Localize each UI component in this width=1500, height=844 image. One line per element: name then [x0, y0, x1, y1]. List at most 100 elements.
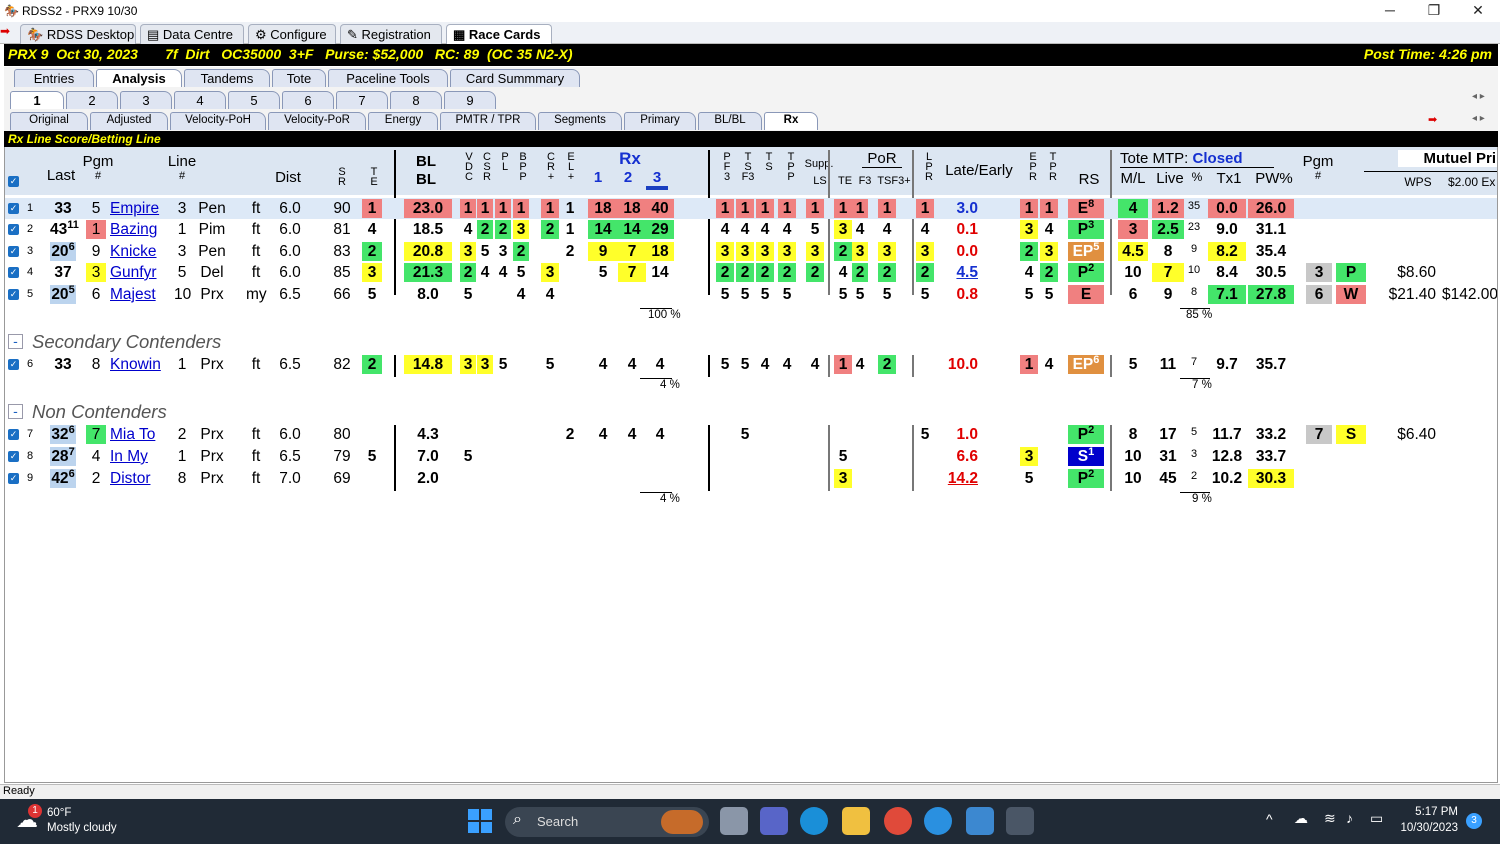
scroll-arrows-icon[interactable]: ◂ ▸ — [1472, 113, 1485, 124]
tab-entries[interactable]: Entries — [14, 69, 94, 87]
tab-configure[interactable]: ⚙ Configure — [248, 24, 336, 44]
tab-race-5[interactable]: 5 — [228, 91, 280, 109]
maximize-button[interactable]: ❐ — [1412, 0, 1456, 22]
cell-sfc: my — [246, 286, 267, 303]
hdr-bl2: BL — [416, 171, 436, 188]
cell-sr: 83 — [333, 243, 351, 260]
tab-card-summary[interactable]: Card Summmary — [450, 69, 580, 87]
cell-rx1: 4 — [598, 356, 608, 373]
tab-rx[interactable]: Rx — [764, 112, 818, 130]
tab-velocity-por[interactable]: Velocity-PoR — [268, 112, 366, 130]
tab-paceline-tools[interactable]: Paceline Tools — [328, 69, 448, 87]
cell-line: 10 — [174, 286, 192, 303]
volume-icon[interactable]: ♪ — [1346, 810, 1353, 826]
tab-tandems[interactable]: Tandems — [184, 69, 270, 87]
cell-last: 4311 — [50, 219, 79, 239]
cell-horse[interactable]: Majest — [110, 285, 166, 304]
tab-data-centre[interactable]: ▤ Data Centre — [140, 24, 244, 44]
cell-last: 205 — [50, 284, 76, 304]
cell-horse[interactable]: Knowin — [110, 355, 166, 374]
hdr-por: PoR — [862, 150, 902, 168]
cell-tsf3p: 4 — [882, 221, 892, 238]
cell-horse[interactable]: Gunfyr — [110, 263, 166, 282]
onedrive-icon[interactable]: ☁ — [1294, 810, 1308, 827]
tab-analysis[interactable]: Analysis — [96, 69, 182, 87]
cell-trk: Pim — [198, 221, 226, 238]
tab-energy[interactable]: Energy — [368, 112, 438, 130]
cell-horse[interactable]: Knicke — [110, 242, 166, 261]
tab-race-2[interactable]: 2 — [66, 91, 118, 109]
cell-pl: 1 — [495, 199, 511, 218]
separator — [912, 425, 914, 491]
app-icon-blue[interactable] — [966, 807, 994, 835]
row-checkbox[interactable]: ✓ — [8, 359, 19, 370]
tab-race-7[interactable]: 7 — [336, 91, 388, 109]
cell-csr: 5 — [480, 243, 490, 260]
cell-value: S — [1077, 448, 1089, 465]
tab-registration[interactable]: ✎ Registration — [340, 24, 442, 44]
clock-date[interactable]: 10/30/2023 — [1398, 822, 1458, 834]
row-checkbox[interactable]: ✓ — [8, 473, 19, 484]
tab-bl-bl[interactable]: BL/BL — [698, 112, 762, 130]
separator — [1110, 150, 1112, 295]
cell-tsf3: 5 — [740, 426, 750, 443]
collapse-button[interactable]: - — [8, 334, 23, 349]
scroll-arrows-icon[interactable]: ◂ ▸ — [1472, 91, 1485, 102]
tab-velocity-poh[interactable]: Velocity-PoH — [170, 112, 266, 130]
explorer-icon[interactable] — [842, 807, 870, 835]
cell-tpp: 4 — [782, 356, 792, 373]
select-all-checkbox[interactable]: ✓ — [8, 176, 19, 187]
notification-badge[interactable]: 3 — [1466, 813, 1482, 829]
row-checkbox[interactable]: ✓ — [8, 451, 19, 462]
tab-segments[interactable]: Segments — [538, 112, 622, 130]
tab-original[interactable]: Original — [10, 112, 88, 130]
cell-sfc: ft — [251, 448, 261, 465]
tab-race-8[interactable]: 8 — [390, 91, 442, 109]
edge-icon[interactable] — [800, 807, 828, 835]
cell-horse[interactable]: Mia To — [110, 425, 166, 444]
tab-race-1[interactable]: 1 — [10, 91, 64, 109]
clock-time[interactable]: 5:17 PM — [1404, 806, 1458, 818]
tab-race-3[interactable]: 3 — [120, 91, 172, 109]
tab-race-4[interactable]: 4 — [174, 91, 226, 109]
chrome-icon[interactable] — [884, 807, 912, 835]
chevron-up-icon[interactable]: ^ — [1266, 811, 1273, 827]
help-icon[interactable] — [924, 807, 952, 835]
tab-race-cards[interactable]: ▦ Race Cards — [446, 24, 552, 44]
cell-horse[interactable]: Empire — [110, 199, 166, 218]
teams-icon[interactable] — [760, 807, 788, 835]
task-view-icon[interactable] — [720, 807, 748, 835]
cell-pw: 27.8 — [1248, 285, 1294, 304]
tab-rdss-desktop[interactable]: 🏇 RDSS Desktop — [20, 24, 136, 44]
tab-race-6[interactable]: 6 — [282, 91, 334, 109]
cell-tx1: 10.2 — [1211, 470, 1243, 487]
search-box[interactable]: ⌕ Search — [505, 807, 709, 837]
export-icon[interactable]: ➡ — [1428, 113, 1437, 126]
row-checkbox[interactable]: ✓ — [8, 203, 19, 214]
cell-horse[interactable]: Bazing — [110, 220, 166, 239]
tab-race-9[interactable]: 9 — [444, 91, 496, 109]
cell-horse[interactable]: In My — [110, 447, 166, 466]
wifi-icon[interactable]: ≋ — [1324, 810, 1336, 827]
row-checkbox[interactable]: ✓ — [8, 224, 19, 235]
battery-icon[interactable]: ▭ — [1370, 810, 1383, 827]
row-checkbox[interactable]: ✓ — [8, 429, 19, 440]
tab-adjusted[interactable]: Adjusted — [90, 112, 168, 130]
cell-tsf3: 2 — [736, 263, 754, 282]
hdr-pgm: Pgm — [82, 153, 114, 170]
minimize-button[interactable]: ─ — [1368, 0, 1412, 22]
tab-pmtr-tpr[interactable]: PMTR / TPR — [440, 112, 536, 130]
hdr-rs: RS — [1078, 171, 1100, 188]
row-checkbox[interactable]: ✓ — [8, 267, 19, 278]
close-button[interactable]: ✕ — [1456, 0, 1500, 22]
windows-start-icon[interactable] — [468, 809, 492, 833]
hdr-el: E L + — [567, 151, 575, 183]
row-checkbox[interactable]: ✓ — [8, 289, 19, 300]
tab-primary[interactable]: Primary — [624, 112, 696, 130]
rdss-taskbar-icon[interactable] — [1006, 807, 1034, 835]
tab-tote[interactable]: Tote — [272, 69, 326, 87]
collapse-button[interactable]: - — [8, 404, 23, 419]
cell-ls: 5 — [810, 221, 820, 238]
cell-horse[interactable]: Distor — [110, 469, 166, 488]
row-checkbox[interactable]: ✓ — [8, 246, 19, 257]
